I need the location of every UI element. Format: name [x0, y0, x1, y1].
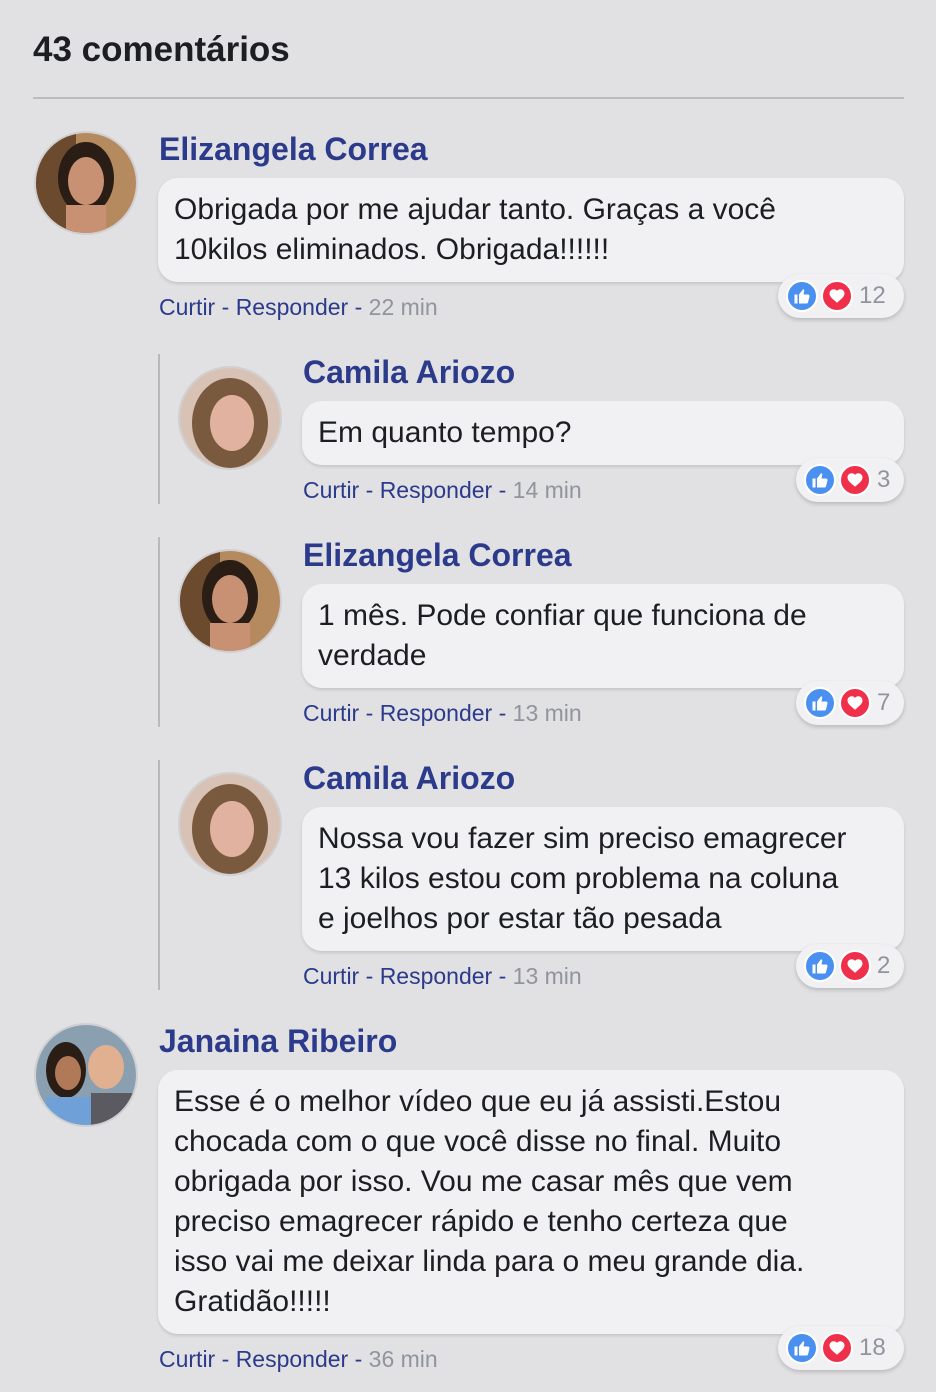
comment-bubble: Em quanto tempo? [302, 401, 904, 465]
comment-text: Nossa vou fazer sim preciso emagrecer 13… [318, 822, 847, 935]
avatar-photo-icon [36, 133, 136, 233]
comment-actions: Curtir - Responder - 13 min [303, 700, 582, 727]
avatar[interactable] [34, 131, 138, 235]
author-name[interactable]: Camila Ariozo [303, 760, 515, 797]
reactions-badge[interactable]: 18 [778, 1326, 904, 1370]
author-name[interactable]: Elizangela Correa [159, 131, 428, 168]
comment-time: 13 min [512, 963, 582, 989]
comment-text: Em quanto tempo? [318, 416, 572, 449]
separator: - [492, 700, 513, 726]
reactions-badge[interactable]: 12 [778, 274, 904, 318]
like-link[interactable]: Curtir [159, 294, 215, 320]
avatar[interactable] [34, 1023, 138, 1127]
reactions-badge[interactable]: 7 [796, 681, 904, 725]
comment-actions: Curtir - Responder - 13 min [303, 963, 582, 990]
comment-time: 36 min [368, 1346, 438, 1372]
separator: - [215, 294, 236, 320]
comment-text: Esse é o melhor vídeo que eu já assisti.… [174, 1085, 805, 1318]
separator: - [359, 477, 380, 503]
like-reaction-icon [786, 280, 818, 312]
comment-bubble: Obrigada por me ajudar tanto. Graças a v… [158, 178, 904, 282]
comment-actions: Curtir - Responder - 14 min [303, 477, 582, 504]
reaction-count: 12 [859, 282, 886, 309]
separator: - [348, 1346, 369, 1372]
separator: - [359, 963, 380, 989]
avatar[interactable] [178, 549, 282, 653]
heart-reaction-icon [821, 1332, 853, 1364]
reaction-count: 18 [859, 1334, 886, 1361]
comment-time: 22 min [368, 294, 438, 320]
separator: - [215, 1346, 236, 1372]
reply-thread-line [158, 354, 160, 504]
reply-link[interactable]: Responder [236, 294, 349, 320]
reply-link[interactable]: Responder [380, 963, 493, 989]
like-link[interactable]: Curtir [159, 1346, 215, 1372]
heart-reaction-icon [839, 464, 871, 496]
heart-reaction-icon [821, 280, 853, 312]
reaction-count: 7 [877, 689, 891, 716]
comments-count-title: 43 comentários [33, 30, 290, 69]
reply-link[interactable]: Responder [236, 1346, 349, 1372]
heart-reaction-icon [839, 687, 871, 719]
separator: - [492, 963, 513, 989]
author-name[interactable]: Janaina Ribeiro [159, 1023, 397, 1060]
reactions-badge[interactable]: 3 [796, 458, 904, 502]
reactions-badge[interactable]: 2 [796, 944, 904, 988]
comment-time: 14 min [512, 477, 582, 503]
avatar[interactable] [178, 366, 282, 470]
comment-text: Obrigada por me ajudar tanto. Graças a v… [174, 193, 776, 266]
avatar-photo-icon [36, 1025, 136, 1125]
reply-link[interactable]: Responder [380, 477, 493, 503]
header-divider [33, 97, 904, 99]
like-reaction-icon [804, 687, 836, 719]
avatar[interactable] [178, 772, 282, 876]
separator: - [492, 477, 513, 503]
reply-thread-line [158, 537, 160, 727]
like-link[interactable]: Curtir [303, 963, 359, 989]
reply-thread-line [158, 760, 160, 990]
comment-bubble: 1 mês. Pode confiar que funciona de verd… [302, 584, 904, 688]
comment-actions: Curtir - Responder - 36 min [159, 1346, 438, 1373]
author-name[interactable]: Elizangela Correa [303, 537, 572, 574]
separator: - [359, 700, 380, 726]
author-name[interactable]: Camila Ariozo [303, 354, 515, 391]
reaction-count: 3 [877, 466, 891, 493]
avatar-photo-icon [180, 774, 280, 874]
comment-time: 13 min [512, 700, 582, 726]
like-reaction-icon [786, 1332, 818, 1364]
like-reaction-icon [804, 950, 836, 982]
reply-link[interactable]: Responder [380, 700, 493, 726]
comment-actions: Curtir - Responder - 22 min [159, 294, 438, 321]
heart-reaction-icon [839, 950, 871, 982]
reaction-count: 2 [877, 952, 891, 979]
like-link[interactable]: Curtir [303, 700, 359, 726]
comment-bubble: Esse é o melhor vídeo que eu já assisti.… [158, 1070, 904, 1334]
like-reaction-icon [804, 464, 836, 496]
avatar-photo-icon [180, 551, 280, 651]
avatar-photo-icon [180, 368, 280, 468]
separator: - [348, 294, 369, 320]
comment-text: 1 mês. Pode confiar que funciona de verd… [318, 599, 807, 672]
comment-bubble: Nossa vou fazer sim preciso emagrecer 13… [302, 807, 904, 951]
like-link[interactable]: Curtir [303, 477, 359, 503]
